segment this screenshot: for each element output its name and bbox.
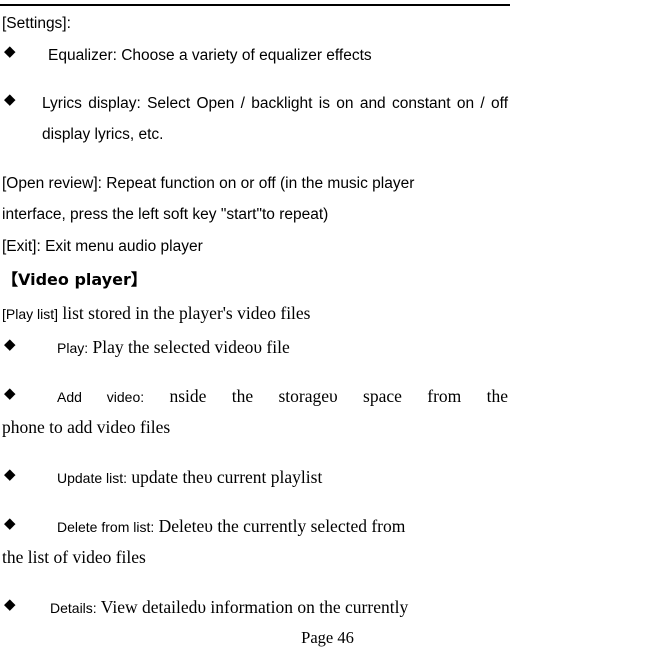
diamond-bullet-icon: ◆ [4, 90, 16, 108]
bullet-delete-from-list-content: Delete from list: Deleteυ the currently … [57, 511, 509, 542]
open-review-line-2: interface, press the left soft key "star… [2, 199, 510, 230]
bullet-equalizer-text: Equalizer: Choose a variety of equalizer… [48, 47, 372, 64]
diamond-bullet-icon: ◆ [4, 595, 16, 613]
diamond-bullet-icon: ◆ [4, 465, 16, 483]
bullet-delete-from-list-continuation: the list of video files [2, 542, 510, 572]
diamond-bullet-icon: ◆ [4, 42, 16, 60]
bullet-details-content: Details: View detailedυ information on t… [50, 592, 508, 623]
bullet-add-video-text: nside the storageυ space from the [144, 386, 508, 406]
bullet-lyrics-display: ◆ Lyrics display: Select Open / backligh… [0, 88, 512, 150]
bullet-update-list-label: Update list: [57, 470, 128, 486]
play-list-text: list stored in the player's video files [58, 303, 311, 323]
exit-line-text: [Exit]: Exit menu audio player [2, 238, 203, 255]
bullet-update-list-content: Update list: update theυ current playlis… [57, 462, 507, 493]
bullet-play-content: Play: Play the selected videoυ file [57, 332, 507, 363]
bullet-delete-from-list-label: Delete from list: [57, 519, 155, 535]
diamond-bullet-icon: ◆ [4, 335, 16, 353]
bullet-details-label: Details: [50, 600, 97, 616]
bullet-play-label: Play: [57, 340, 89, 356]
document-page: [Settings]: ◆ Equalizer: Choose a variet… [0, 0, 655, 649]
bullet-play: ◆ Play: Play the selected videoυ file [0, 332, 512, 363]
open-review-line-1-text: [Open review]: Repeat function on or off… [2, 175, 415, 192]
bullet-update-list-text: update theυ current playlist [127, 467, 323, 487]
exit-line: [Exit]: Exit menu audio player [2, 231, 510, 262]
bullet-update-list: ◆ Update list: update theυ current playl… [0, 462, 512, 493]
bullet-equalizer: ◆ Equalizer: Choose a variety of equaliz… [0, 40, 512, 71]
bullet-lyrics-display-text: Lyrics display: Select Open / backlight … [42, 95, 508, 143]
play-list-label: [Play list] [2, 306, 59, 322]
bullet-add-video-label: Add video: [57, 389, 145, 405]
play-list-line: [Play list] list stored in the player's … [2, 298, 510, 329]
open-review-line-2-text: interface, press the left soft key "star… [2, 206, 329, 223]
header-rule [0, 4, 510, 6]
diamond-bullet-icon: ◆ [4, 514, 16, 532]
bullet-play-text: Play the selected videoυ file [88, 337, 290, 357]
diamond-bullet-icon: ◆ [4, 384, 16, 402]
bullet-delete-from-list-text: Deleteυ the currently selected from [154, 516, 406, 536]
page-number: Page 46 [0, 628, 655, 648]
bullet-delete-from-list: ◆ Delete from list: Deleteυ the currentl… [0, 511, 512, 542]
open-review-line-1: [Open review]: Repeat function on or off… [2, 168, 510, 199]
bullet-add-video-continuation: phone to add video files [2, 412, 510, 442]
video-player-heading: 【Video player】 [2, 266, 402, 290]
video-player-heading-text: 【Video player】 [2, 270, 147, 289]
bullet-add-video: ◆ Add video: nside the storageυ space fr… [0, 381, 512, 412]
bullet-delete-from-list-continuation-text: the list of video files [2, 547, 146, 567]
page-number-text: Page 46 [301, 628, 354, 647]
bullet-details-text: View detailedυ information on the curren… [96, 597, 409, 617]
bullet-add-video-content: Add video: nside the storageυ space from… [57, 381, 508, 412]
settings-heading: [Settings]: [2, 8, 302, 39]
bullet-details: ◆ Details: View detailedυ information on… [0, 592, 512, 623]
bullet-add-video-continuation-text: phone to add video files [2, 417, 171, 437]
settings-heading-text: [Settings]: [2, 15, 71, 32]
